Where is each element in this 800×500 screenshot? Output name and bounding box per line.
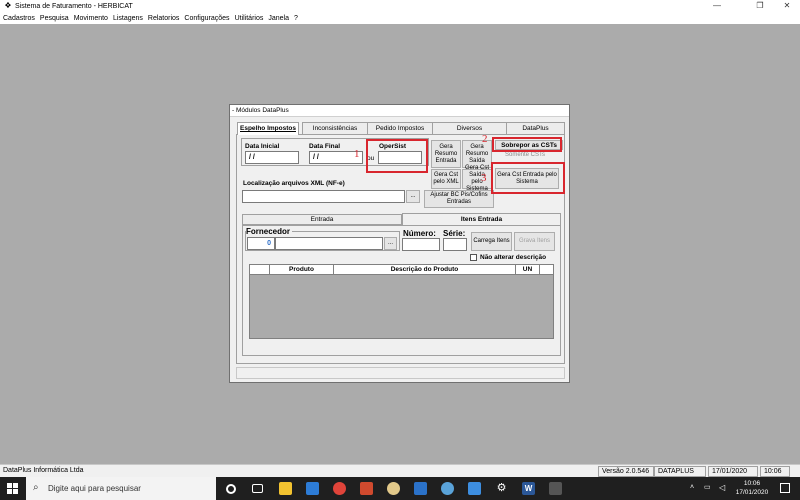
grid-col-descricao: Descrição do Produto — [334, 265, 516, 274]
grid-col-selector — [250, 265, 270, 274]
app-icon-red[interactable] — [360, 482, 373, 495]
grid-col-produto: Produto — [270, 265, 334, 274]
fornecedor-codigo-field[interactable]: 0 — [247, 237, 275, 250]
localizacao-xml-label: Localização arquivos XML (NF-e) — [243, 180, 345, 187]
product-label: DATAPLUS — [654, 466, 706, 477]
search-icon: ⌕ — [33, 482, 39, 493]
company-name: DataPlus Informática Ltda — [3, 467, 84, 474]
nao-alterar-checkbox[interactable] — [470, 254, 477, 261]
app-icon-tan[interactable] — [387, 482, 400, 495]
task-view-icon[interactable] — [252, 484, 263, 493]
dialog-title-bar: - Módulos DataPlus — [230, 105, 569, 117]
nao-alterar-label: Não alterar descrição — [480, 254, 547, 261]
menu-relatorios[interactable]: Relatorios — [148, 15, 180, 22]
volume-icon[interactable]: ◁ — [719, 483, 725, 492]
app-icon-blue-3[interactable] — [468, 482, 481, 495]
data-inicial-field[interactable]: / / — [245, 151, 299, 164]
system-tray-up-icon[interactable]: ˄ — [690, 484, 694, 491]
taskbar: ⌕ Digite aqui para pesquisar ⚙ W ˄ ▭ ◁ 1… — [0, 477, 800, 500]
settings-gear-icon[interactable]: ⚙ — [495, 482, 508, 495]
app-icon-blue-2[interactable] — [414, 482, 427, 495]
serie-label: Série: — [443, 229, 466, 238]
minimize-icon[interactable]: — — [706, 0, 728, 12]
window-title: Sistema de Faturamento - HERBICAT — [15, 2, 133, 10]
menu-janela[interactable]: Janela — [268, 15, 289, 22]
annotation-number-1: 1 — [354, 148, 360, 160]
cortana-icon[interactable] — [226, 484, 236, 494]
fornecedor-label: Fornecedor — [246, 227, 293, 236]
somente-csts-label: Somente CSTs — [505, 152, 546, 158]
gera-resumo-entrada-button[interactable]: Gera Resumo Entrada — [431, 140, 461, 168]
app-icon: ❖ — [4, 1, 12, 10]
gera-cst-xml-button[interactable]: Gera Cst pelo XML — [431, 169, 461, 189]
itens-grid[interactable]: Produto Descrição do Produto UN — [249, 264, 554, 339]
localizacao-xml-field[interactable] — [242, 190, 405, 203]
status-bar: DataPlus Informática Ltda Versão 2.0.546… — [0, 464, 800, 477]
close-icon[interactable]: ✕ — [776, 0, 798, 12]
gera-cst-saida-button[interactable]: Gera Cst Saída pelo Sistema — [462, 165, 492, 192]
status-time: 10:06 — [760, 466, 790, 477]
clock-time: 10:06 — [743, 480, 761, 487]
version-label: Versão 2.0.546 — [598, 466, 654, 477]
tab-espelho-impostos[interactable]: Espelho Impostos — [237, 122, 299, 135]
subtab-itens-entrada[interactable]: Itens Entrada — [402, 213, 561, 225]
tab-diversos[interactable]: Diversos — [432, 122, 507, 134]
menu-pesquisa[interactable]: Pesquisa — [40, 15, 69, 22]
annotation-box-gera-cst-entrada — [491, 162, 565, 194]
data-inicial-label: Data Inicial — [245, 143, 280, 150]
subtab-entrada[interactable]: Entrada — [242, 214, 402, 225]
taskbar-clock[interactable]: 10:06 17/01/2020 — [732, 479, 772, 497]
status-date: 17/01/2020 — [708, 466, 758, 477]
clock-date: 17/01/2020 — [735, 489, 769, 496]
search-placeholder: Digite aqui para pesquisar — [48, 484, 141, 493]
serie-field[interactable] — [443, 238, 467, 251]
notification-icon[interactable] — [780, 483, 790, 493]
fornecedor-nome-field[interactable] — [275, 237, 383, 250]
ajustar-bc-button[interactable]: Ajustar BC Pis/Cofins Entradas — [424, 190, 494, 208]
menu-utilitarios[interactable]: Utilitários — [235, 15, 264, 22]
numero-label: Número: — [403, 229, 436, 238]
grid-col-un: UN — [516, 265, 540, 274]
restore-icon[interactable]: ❐ — [749, 0, 771, 12]
grava-itens-button[interactable]: Grava Itens — [514, 232, 555, 251]
menu-listagens[interactable]: Listagens — [113, 15, 143, 22]
dialog-status-strip — [236, 367, 565, 379]
network-icon[interactable]: ▭ — [704, 483, 711, 491]
app-icon-active[interactable] — [549, 482, 562, 495]
taskbar-search[interactable]: ⌕ Digite aqui para pesquisar — [26, 477, 216, 500]
windows-start-icon[interactable] — [7, 483, 18, 494]
menu-bar: Cadastros Pesquisa Movimento Listagens R… — [0, 12, 800, 24]
annotation-box-sobrepor — [492, 137, 562, 152]
browse-xml-button[interactable]: ... — [406, 190, 420, 203]
modulos-dataplus-dialog: - Módulos DataPlus Espelho Impostos Inco… — [229, 104, 570, 383]
gera-resumo-saida-button[interactable]: Gera Resumo Saída — [462, 140, 492, 168]
word-icon[interactable]: W — [522, 482, 535, 495]
menu-movimento[interactable]: Movimento — [74, 15, 108, 22]
tab-pedido-impostos[interactable]: Pedido Impostos — [367, 122, 433, 134]
annotation-number-2: 2 — [482, 133, 488, 145]
data-final-label: Data Final — [309, 143, 341, 150]
numero-field[interactable] — [402, 238, 440, 251]
menu-cadastros[interactable]: Cadastros — [3, 15, 35, 22]
annotation-number-3: 3 — [481, 172, 487, 184]
carrega-itens-button[interactable]: Carrega Itens — [471, 232, 512, 251]
menu-help[interactable]: ? — [294, 15, 298, 22]
fornecedor-browse-button[interactable]: ... — [384, 237, 397, 250]
annotation-box-opersist — [366, 139, 428, 173]
tab-dataplus[interactable]: DataPlus — [506, 122, 565, 134]
grid-header: Produto Descrição do Produto UN — [250, 265, 553, 275]
dialog-title: - Módulos DataPlus — [232, 107, 289, 114]
chrome-icon[interactable] — [333, 482, 346, 495]
file-explorer-icon[interactable] — [279, 482, 292, 495]
tab-inconsistencias[interactable]: Inconsistências — [302, 122, 368, 134]
title-bar: ❖ Sistema de Faturamento - HERBICAT — ❐ … — [0, 0, 800, 12]
menu-configuracoes[interactable]: Configurações — [184, 15, 229, 22]
app-icon-lightblue[interactable] — [441, 482, 454, 495]
app-icon-blue[interactable] — [306, 482, 319, 495]
